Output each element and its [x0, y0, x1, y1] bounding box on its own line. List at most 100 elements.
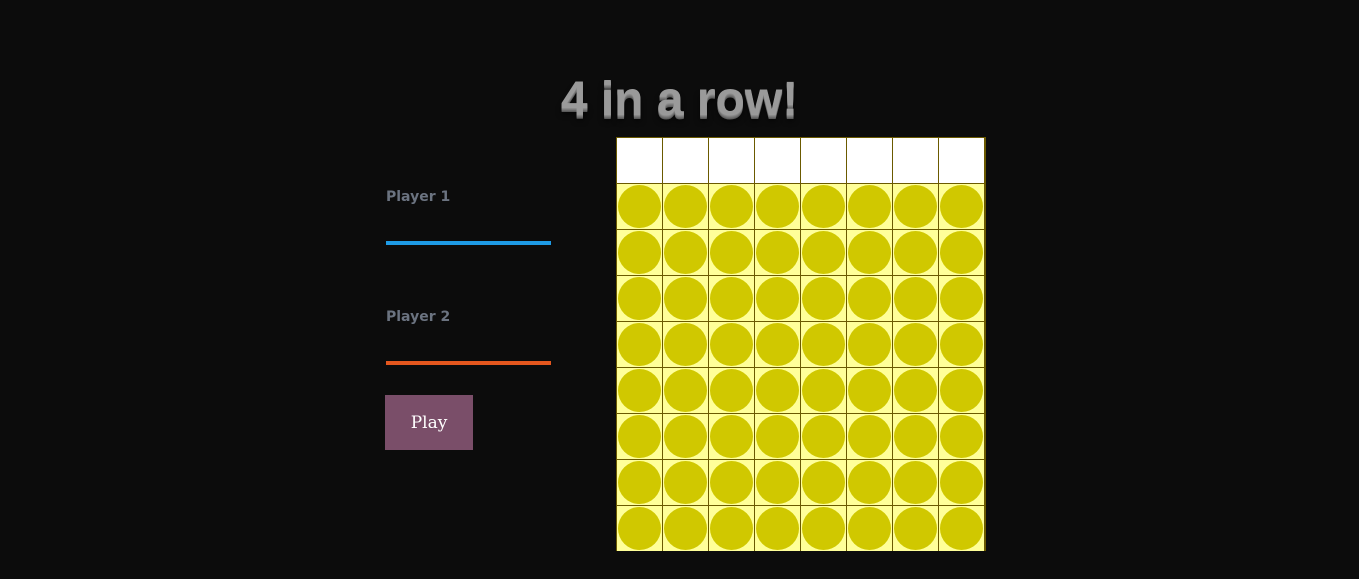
board-cell[interactable] — [755, 230, 800, 275]
play-button[interactable]: Play — [385, 395, 473, 450]
board-cell[interactable] — [617, 414, 662, 459]
board-cell[interactable] — [663, 506, 708, 551]
empty-slot — [848, 185, 891, 228]
board-cell[interactable] — [755, 506, 800, 551]
board-cell[interactable] — [801, 414, 846, 459]
board-cell[interactable] — [847, 276, 892, 321]
board-cell[interactable] — [847, 506, 892, 551]
drop-zone-column-3[interactable] — [709, 138, 754, 183]
board-cell[interactable] — [663, 368, 708, 413]
empty-slot — [618, 461, 661, 504]
board-cell[interactable] — [939, 414, 984, 459]
board-cell[interactable] — [801, 184, 846, 229]
board-cell[interactable] — [755, 414, 800, 459]
empty-slot — [848, 507, 891, 550]
page-title: 4 in a row! — [560, 73, 799, 127]
drop-zone-column-8[interactable] — [939, 138, 984, 183]
board-cell[interactable] — [847, 460, 892, 505]
player-1-name-input[interactable] — [386, 215, 551, 245]
board-cell[interactable] — [663, 184, 708, 229]
board-cell[interactable] — [939, 276, 984, 321]
empty-slot — [940, 507, 983, 550]
board-cell[interactable] — [663, 414, 708, 459]
board-cell[interactable] — [617, 184, 662, 229]
board-cell[interactable] — [893, 184, 938, 229]
empty-slot — [802, 185, 845, 228]
board-cell[interactable] — [663, 230, 708, 275]
drop-zone-column-7[interactable] — [893, 138, 938, 183]
board-cell[interactable] — [617, 276, 662, 321]
board-cell[interactable] — [893, 230, 938, 275]
board-cell[interactable] — [617, 322, 662, 367]
empty-slot — [710, 231, 753, 274]
board-cell[interactable] — [617, 506, 662, 551]
empty-slot — [940, 185, 983, 228]
drop-zone-column-6[interactable] — [847, 138, 892, 183]
drop-zone-column-5[interactable] — [801, 138, 846, 183]
empty-slot — [756, 277, 799, 320]
board-cell[interactable] — [755, 322, 800, 367]
board-cell[interactable] — [847, 230, 892, 275]
empty-slot — [940, 369, 983, 412]
board-cell[interactable] — [617, 368, 662, 413]
board-cell[interactable] — [709, 506, 754, 551]
board-cell[interactable] — [939, 460, 984, 505]
board-cell[interactable] — [755, 368, 800, 413]
board-cell[interactable] — [709, 414, 754, 459]
empty-slot — [848, 277, 891, 320]
empty-slot — [756, 185, 799, 228]
empty-slot — [618, 323, 661, 366]
empty-slot — [756, 369, 799, 412]
board-cell[interactable] — [893, 322, 938, 367]
board-cell[interactable] — [755, 184, 800, 229]
board-cell[interactable] — [801, 230, 846, 275]
empty-slot — [710, 369, 753, 412]
board-cell[interactable] — [939, 506, 984, 551]
board-cell[interactable] — [939, 184, 984, 229]
board-cell[interactable] — [709, 276, 754, 321]
board-cell[interactable] — [847, 414, 892, 459]
empty-slot — [894, 461, 937, 504]
board-cell[interactable] — [801, 368, 846, 413]
board-cell[interactable] — [893, 506, 938, 551]
player-2-name-input[interactable] — [386, 335, 551, 365]
board-cell[interactable] — [663, 460, 708, 505]
board-cell[interactable] — [893, 414, 938, 459]
board-cell[interactable] — [755, 460, 800, 505]
empty-slot — [894, 369, 937, 412]
empty-slot — [664, 369, 707, 412]
board-cell[interactable] — [801, 322, 846, 367]
empty-slot — [618, 369, 661, 412]
board-cell[interactable] — [801, 460, 846, 505]
drop-zone-column-4[interactable] — [755, 138, 800, 183]
board-cell[interactable] — [801, 506, 846, 551]
board-cell[interactable] — [801, 276, 846, 321]
board-cell[interactable] — [847, 368, 892, 413]
drop-zone-column-1[interactable] — [617, 138, 662, 183]
board-cell[interactable] — [755, 276, 800, 321]
board-cell[interactable] — [663, 276, 708, 321]
board-cell[interactable] — [709, 184, 754, 229]
drop-zone-column-2[interactable] — [663, 138, 708, 183]
board-cell[interactable] — [893, 368, 938, 413]
board-cell[interactable] — [939, 368, 984, 413]
board-cell[interactable] — [893, 276, 938, 321]
board-cell[interactable] — [847, 184, 892, 229]
board-cell[interactable] — [663, 322, 708, 367]
board-cell[interactable] — [709, 368, 754, 413]
board-cell[interactable] — [709, 460, 754, 505]
empty-slot — [618, 231, 661, 274]
empty-slot — [940, 277, 983, 320]
board-cell[interactable] — [939, 230, 984, 275]
empty-slot — [618, 277, 661, 320]
board-cell[interactable] — [617, 230, 662, 275]
empty-slot — [664, 507, 707, 550]
board-cell[interactable] — [709, 230, 754, 275]
board-cell[interactable] — [617, 460, 662, 505]
board-cell[interactable] — [847, 322, 892, 367]
empty-slot — [664, 323, 707, 366]
board-cell[interactable] — [709, 322, 754, 367]
board-cell[interactable] — [893, 460, 938, 505]
player-2-label: Player 2 — [386, 309, 451, 325]
board-cell[interactable] — [939, 322, 984, 367]
